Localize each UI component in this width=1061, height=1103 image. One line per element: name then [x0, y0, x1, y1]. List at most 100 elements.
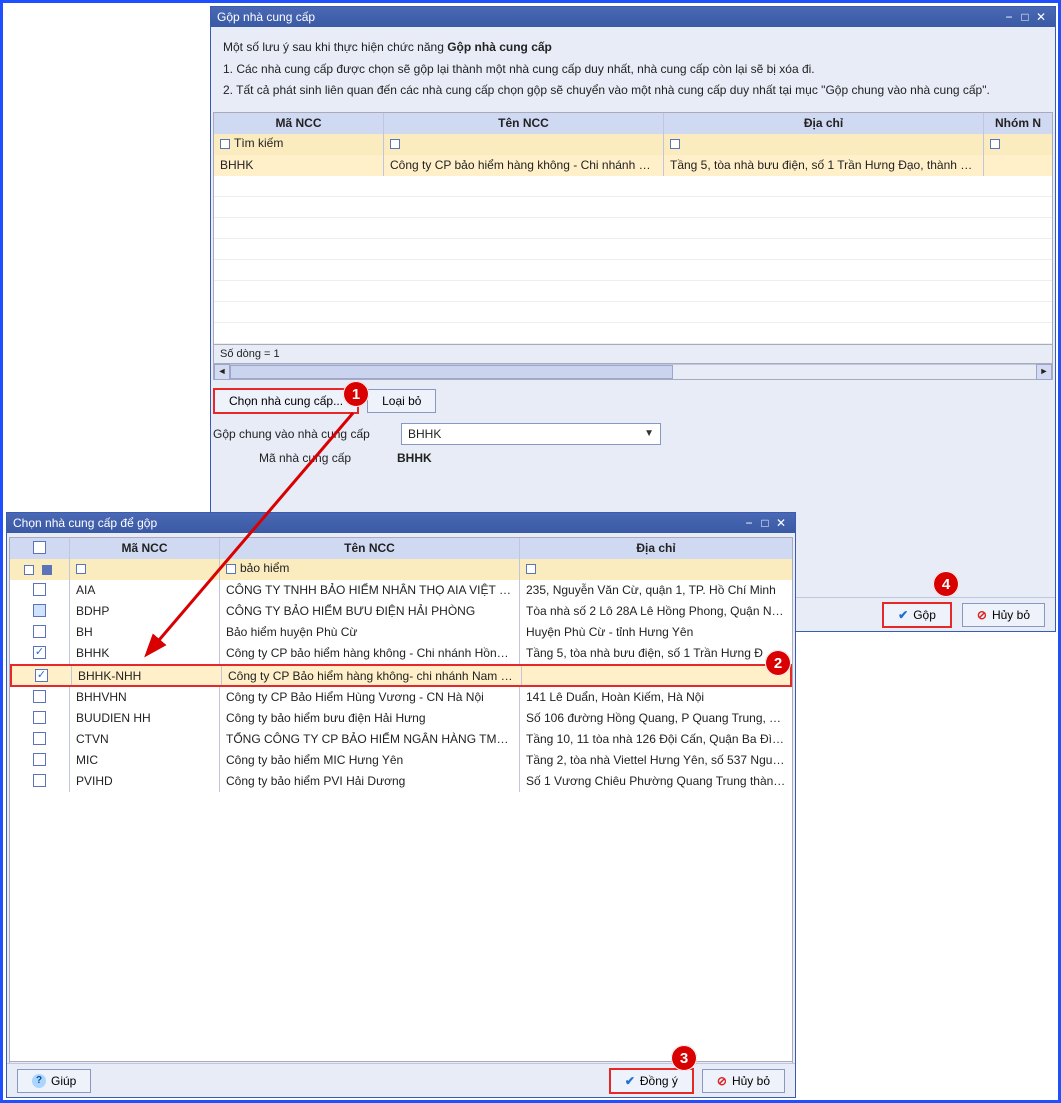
- main-titlebar: Gộp nhà cung cấp − □ ✕: [211, 7, 1055, 27]
- cell-name: Công ty CP Bảo hiểm hàng không- chi nhán…: [222, 666, 522, 685]
- table-row[interactable]: CTVNTỔNG CÔNG TY CP BẢO HIỂM NGÂN HÀNG T…: [10, 729, 792, 750]
- cancel-button[interactable]: ⊘Hủy bỏ: [702, 1069, 785, 1093]
- row-checkbox[interactable]: [33, 646, 46, 659]
- ok-button[interactable]: ✔Đồng ý: [609, 1068, 694, 1094]
- minimize-icon[interactable]: −: [1001, 10, 1017, 24]
- cell-addr: Tầng 10, 11 tòa nhà 126 Đội Cấn, Quận Ba…: [520, 729, 792, 750]
- filter-icon[interactable]: [390, 139, 400, 149]
- picker-titlebar: Chọn nhà cung cấp để gộp − □ ✕: [7, 513, 795, 533]
- cell-addr: Tòa nhà số 2 Lô 28A Lê Hồng Phong, Quận …: [520, 601, 792, 622]
- filter-icon[interactable]: [670, 139, 680, 149]
- filter-icon[interactable]: [24, 565, 34, 575]
- combo-value: BHHK: [408, 427, 644, 441]
- table-row[interactable]: PVIHDCông ty bảo hiểm PVI Hải DươngSố 1 …: [10, 771, 792, 792]
- cell-name: Công ty CP bảo hiểm hàng không - Chi nhá…: [220, 643, 520, 664]
- filter-row[interactable]: Tìm kiếm: [214, 134, 1052, 155]
- cell-code: BHHK: [70, 643, 220, 664]
- table-row[interactable]: BHHK-NHHCông ty CP Bảo hiểm hàng không- …: [10, 664, 792, 687]
- cell-code: MIC: [70, 750, 220, 771]
- cell-name: TỔNG CÔNG TY CP BẢO HIỂM NGÂN HÀNG TMCP …: [220, 729, 520, 750]
- scroll-right-icon[interactable]: ►: [1036, 364, 1052, 380]
- cell-name: Công ty CP bảo hiểm hàng không - Chi nhá…: [384, 155, 664, 176]
- check-icon: ✔: [898, 608, 908, 622]
- cell-name: Bảo hiểm huyện Phù Cừ: [220, 622, 520, 643]
- cell-code: AIA: [70, 580, 220, 601]
- help-button[interactable]: ?Giúp: [17, 1069, 91, 1093]
- filter-icon[interactable]: [526, 564, 536, 574]
- filter-icon[interactable]: [990, 139, 1000, 149]
- table-row[interactable]: AIACÔNG TY TNHH BẢO HIỂM NHÂN THỌ AIA VI…: [10, 580, 792, 601]
- picker-title: Chọn nhà cung cấp để gộp: [13, 516, 741, 530]
- table-row[interactable]: BHBảo hiểm huyện Phù CừHuyện Phù Cừ - tỉ…: [10, 622, 792, 643]
- row-checkbox[interactable]: [33, 583, 46, 596]
- cell-code: CTVN: [70, 729, 220, 750]
- horizontal-scrollbar[interactable]: ◄ ►: [214, 363, 1052, 379]
- filter-icon[interactable]: [76, 564, 86, 574]
- cell-code: BUUDIEN HH: [70, 708, 220, 729]
- row-checkbox[interactable]: [33, 690, 46, 703]
- col-address[interactable]: Địa chỉ: [664, 113, 984, 134]
- table-row[interactable]: BHHVHNCông ty CP Bảo Hiểm Hùng Vương - C…: [10, 687, 792, 708]
- cell-code: BHHK-NHH: [72, 666, 222, 685]
- filter-icon[interactable]: [226, 564, 236, 574]
- notes-intro: Một số lưu ý sau khi thực hiện chức năng: [223, 40, 444, 54]
- cell-addr: [522, 666, 790, 685]
- select-supplier-button[interactable]: Chọn nhà cung cấp...: [213, 388, 359, 414]
- cell-addr: Số 1 Vương Chiêu Phường Quang Trung thàn…: [520, 771, 792, 792]
- filter-icon[interactable]: [220, 139, 230, 149]
- row-checkbox[interactable]: [33, 604, 46, 617]
- grid-row[interactable]: BHHK Công ty CP bảo hiểm hàng không - Ch…: [214, 155, 1052, 176]
- close-icon[interactable]: ✕: [773, 516, 789, 530]
- col-code[interactable]: Mã NCC: [214, 113, 384, 134]
- row-checkbox[interactable]: [33, 711, 46, 724]
- maximize-icon[interactable]: □: [1017, 10, 1033, 24]
- remove-supplier-button[interactable]: Loại bỏ: [367, 389, 436, 413]
- maximize-icon[interactable]: □: [757, 516, 773, 530]
- cell-name: CÔNG TY TNHH BẢO HIỂM NHÂN THỌ AIA VIỆT …: [220, 580, 520, 601]
- cell-addr: Tầng 5, tòa nhà bưu điện, số 1 Trần Hưng…: [664, 155, 984, 176]
- help-icon: ?: [32, 1074, 46, 1088]
- row-checkbox[interactable]: [33, 774, 46, 787]
- table-row[interactable]: BUUDIEN HHCông ty bảo hiểm bưu điện Hải …: [10, 708, 792, 729]
- scroll-left-icon[interactable]: ◄: [214, 364, 230, 380]
- merge-button[interactable]: ✔Gộp: [882, 602, 952, 628]
- cell-name: CÔNG TY BẢO HIỂM BƯU ĐIỆN HẢI PHÒNG: [220, 601, 520, 622]
- col-name[interactable]: Tên NCC: [384, 113, 664, 134]
- cell-addr: Số 106 đường Hồng Quang, P Quang Trung, …: [520, 708, 792, 729]
- step-marker-2: 2: [765, 650, 791, 676]
- col-group[interactable]: Nhóm N: [984, 113, 1052, 134]
- cell-code: PVIHD: [70, 771, 220, 792]
- close-icon[interactable]: ✕: [1033, 10, 1049, 24]
- cancel-icon: ⊘: [717, 1074, 727, 1088]
- col-name[interactable]: Tên NCC: [220, 538, 520, 559]
- merge-into-combo[interactable]: BHHK ▼: [401, 423, 661, 445]
- note-line-2: 2. Tất cả phát sinh liên quan đến các nh…: [223, 80, 1043, 102]
- filter-row[interactable]: bảo hiểm: [10, 559, 792, 580]
- cell-addr: Tầng 5, tòa nhà bưu điện, số 1 Trần Hưng…: [520, 643, 792, 664]
- minimize-icon[interactable]: −: [741, 516, 757, 530]
- col-address[interactable]: Địa chỉ: [520, 538, 792, 559]
- notes-block: Một số lưu ý sau khi thực hiện chức năng…: [211, 27, 1055, 112]
- notes-bold: Gộp nhà cung cấp: [447, 40, 552, 54]
- chevron-down-icon[interactable]: ▼: [644, 428, 654, 439]
- row-checkbox[interactable]: [33, 625, 46, 638]
- filter-icon[interactable]: [42, 565, 52, 575]
- cell-name: Công ty bảo hiểm bưu điện Hải Hưng: [220, 708, 520, 729]
- supplier-code-value: BHHK: [397, 451, 432, 465]
- filter-name-value: bảo hiểm: [240, 561, 289, 575]
- col-code[interactable]: Mã NCC: [70, 538, 220, 559]
- selected-suppliers-grid: Mã NCC Tên NCC Địa chỉ Nhóm N Tìm kiếm B…: [213, 112, 1053, 380]
- cancel-icon: ⊘: [977, 608, 987, 622]
- table-row[interactable]: BHHKCông ty CP bảo hiểm hàng không - Chi…: [10, 643, 792, 664]
- table-row[interactable]: BDHPCÔNG TY BẢO HIỂM BƯU ĐIỆN HẢI PHÒNGT…: [10, 601, 792, 622]
- picker-grid: Mã NCC Tên NCC Địa chỉ bảo hiểm AIACÔNG …: [9, 537, 793, 1097]
- merge-into-label: Gộp chung vào nhà cung cấp: [213, 427, 393, 441]
- cell-code: BDHP: [70, 601, 220, 622]
- select-supplier-dialog: Chọn nhà cung cấp để gộp − □ ✕ Mã NCC Tê…: [6, 512, 796, 1098]
- row-checkbox[interactable]: [35, 669, 48, 682]
- row-checkbox[interactable]: [33, 753, 46, 766]
- row-checkbox[interactable]: [33, 732, 46, 745]
- cancel-button[interactable]: ⊘Hủy bỏ: [962, 603, 1045, 627]
- table-row[interactable]: MICCông ty bảo hiểm MIC Hưng YênTầng 2, …: [10, 750, 792, 771]
- select-all-checkbox[interactable]: [33, 541, 46, 554]
